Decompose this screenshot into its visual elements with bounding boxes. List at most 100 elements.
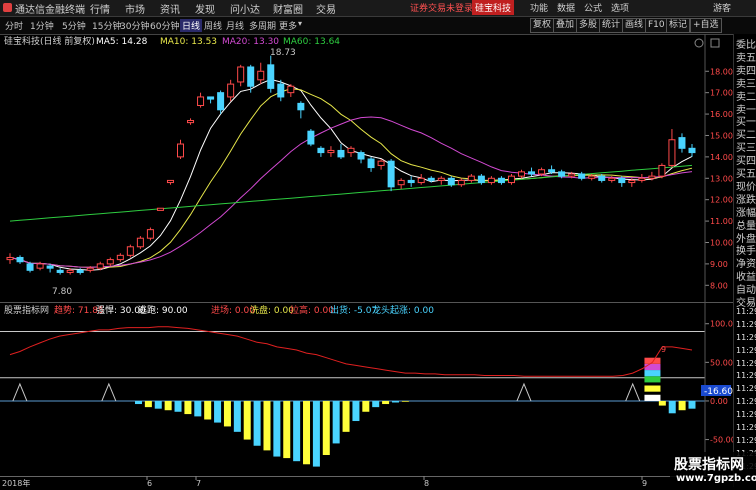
candle-body bbox=[528, 171, 536, 175]
menu-hangqing[interactable]: 行情 bbox=[90, 1, 110, 16]
candle-body bbox=[307, 130, 315, 145]
menu-xuanxiang[interactable]: 选项 bbox=[611, 1, 629, 14]
indicator-bar bbox=[382, 400, 390, 405]
candle-body bbox=[6, 256, 14, 261]
candle-body bbox=[467, 175, 475, 181]
quote-item[interactable]: 11:29 bbox=[736, 423, 756, 432]
indicator-bar bbox=[214, 400, 222, 423]
indicator-name: 股票指标网 bbox=[4, 304, 49, 316]
candle-body bbox=[76, 269, 84, 273]
period-fenshi[interactable]: 分时 bbox=[5, 19, 23, 32]
diejia-button[interactable]: 叠加 bbox=[553, 18, 578, 33]
quote-item[interactable]: 11:29 bbox=[736, 359, 756, 368]
menu-zixun[interactable]: 资讯 bbox=[160, 1, 180, 16]
candle-body bbox=[277, 83, 285, 98]
quote-item[interactable]: 11:29 bbox=[736, 320, 756, 329]
candle-body bbox=[217, 92, 225, 111]
quote-item[interactable]: 11:29 bbox=[736, 397, 756, 406]
kline-chart[interactable]: 18.00 17.00 16.00 15.00 14.00 13.00 12.00 11.00… bbox=[0, 34, 733, 302]
signal-block bbox=[644, 363, 661, 371]
period-daily[interactable]: 日线 bbox=[180, 19, 203, 32]
duogu-button[interactable]: 多股 bbox=[576, 18, 601, 33]
quote-item[interactable]: 11:29 bbox=[736, 410, 756, 419]
period-15min[interactable]: 15分钟 bbox=[92, 19, 121, 32]
app-name: 通达信金融终端 bbox=[15, 5, 85, 16]
candle-body bbox=[417, 177, 425, 184]
candle-body bbox=[628, 179, 636, 184]
candle-body bbox=[357, 152, 365, 160]
quote-side-panel[interactable]: 委比 卖五 卖四 卖三 卖二 卖一 买一 买二 买三 买四 买五 现价 涨跌 涨幅 总量 外盘 换手 净资 收益 自动… bbox=[733, 34, 756, 487]
menu-faxian[interactable]: 发现 bbox=[195, 1, 215, 16]
tongji-button[interactable]: 统计 bbox=[599, 18, 624, 33]
period-monthly[interactable]: 月线 bbox=[226, 19, 244, 32]
y-tick-label: 10.00 bbox=[710, 238, 733, 247]
period-weekly[interactable]: 周线 bbox=[204, 19, 222, 32]
period-30min[interactable]: 30分钟 bbox=[120, 19, 149, 32]
candle-body bbox=[427, 177, 435, 181]
chevron-down-icon[interactable]: ▾ bbox=[298, 19, 302, 28]
huaxian-button[interactable]: 画线 bbox=[622, 18, 647, 33]
axis-label-9: 9 bbox=[642, 479, 647, 487]
quote-item[interactable]: 11:29 bbox=[736, 307, 756, 316]
indicator-bar bbox=[401, 400, 409, 402]
indicator-bar bbox=[253, 400, 261, 446]
menu-shichang[interactable]: 市场 bbox=[125, 1, 145, 16]
candle-body bbox=[397, 179, 405, 186]
period-5min[interactable]: 5分钟 bbox=[62, 19, 86, 32]
indicator-bar bbox=[184, 400, 192, 415]
indicator-bar bbox=[283, 400, 291, 459]
high-price-annotation: 18.73 bbox=[270, 48, 296, 58]
candle-body bbox=[237, 66, 245, 83]
candle-body bbox=[568, 173, 576, 177]
login-warning[interactable]: 证券交易未登录 bbox=[410, 1, 473, 14]
fuquan-button[interactable]: 复权 bbox=[530, 18, 555, 33]
candle-body bbox=[187, 119, 195, 124]
menu-gongneng[interactable]: 功能 bbox=[530, 1, 548, 14]
quote-item[interactable]: 11:29 bbox=[736, 384, 756, 393]
f10-button[interactable]: F10 bbox=[645, 18, 668, 33]
qushi-line bbox=[9, 326, 693, 377]
candle-body bbox=[56, 269, 64, 273]
chart-controls[interactable] bbox=[694, 38, 720, 48]
period-more[interactable]: 更多 bbox=[279, 19, 297, 32]
taopao-label: 逃跑: 90.00 bbox=[138, 304, 188, 316]
y-tick-label: 9.00 bbox=[710, 260, 728, 269]
candle-body bbox=[327, 149, 335, 154]
quote-item[interactable]: 11:29 bbox=[736, 346, 756, 355]
y-tick-label: 50.00 bbox=[710, 358, 733, 367]
candle-body bbox=[447, 177, 455, 186]
candle-body bbox=[146, 229, 154, 239]
period-multi[interactable]: 多周期 bbox=[249, 19, 276, 32]
biaoji-button[interactable]: 标记 bbox=[666, 18, 691, 33]
lasheng-label: 拉高: 0.00 bbox=[290, 304, 334, 316]
candle-body bbox=[207, 96, 215, 100]
menu-gongshi[interactable]: 公式 bbox=[584, 1, 602, 14]
candle-body bbox=[156, 207, 164, 211]
indicator-panel[interactable]: 100.0050.000.00-50.00 股票指标网 趋势: 71.85 强悍… bbox=[0, 302, 738, 476]
indicator-bar bbox=[352, 400, 360, 422]
period-1min[interactable]: 1分钟 bbox=[30, 19, 54, 32]
quote-item[interactable]: 11:29 bbox=[736, 371, 756, 380]
menu-wenxiaoda[interactable]: 问小达 bbox=[230, 1, 260, 16]
candle-body bbox=[257, 70, 265, 81]
candle-body bbox=[678, 137, 686, 149]
candle-body bbox=[638, 177, 646, 181]
guest-label[interactable]: 游客 bbox=[713, 1, 731, 14]
candle-body bbox=[16, 256, 24, 263]
quote-item[interactable]: 11:29 bbox=[736, 436, 756, 445]
axis-label-2018: 2018年 bbox=[2, 478, 30, 487]
candle-body bbox=[477, 175, 485, 184]
indicator-bar bbox=[243, 400, 251, 440]
menu-jiaoyi[interactable]: 交易 bbox=[316, 1, 336, 16]
indicator-bar bbox=[174, 400, 182, 412]
add-favorite-button[interactable]: +自选 bbox=[690, 18, 722, 33]
candle-body bbox=[598, 175, 606, 181]
candle-body bbox=[317, 147, 325, 154]
candle-body bbox=[497, 177, 505, 184]
candle-body bbox=[106, 259, 114, 265]
menu-caifuquan[interactable]: 财富圈 bbox=[273, 1, 303, 16]
period-60min[interactable]: 60分钟 bbox=[150, 19, 179, 32]
quote-item[interactable]: 11:29 bbox=[736, 333, 756, 342]
menu-shuju[interactable]: 数据 bbox=[557, 1, 575, 14]
signal-block bbox=[644, 357, 661, 364]
